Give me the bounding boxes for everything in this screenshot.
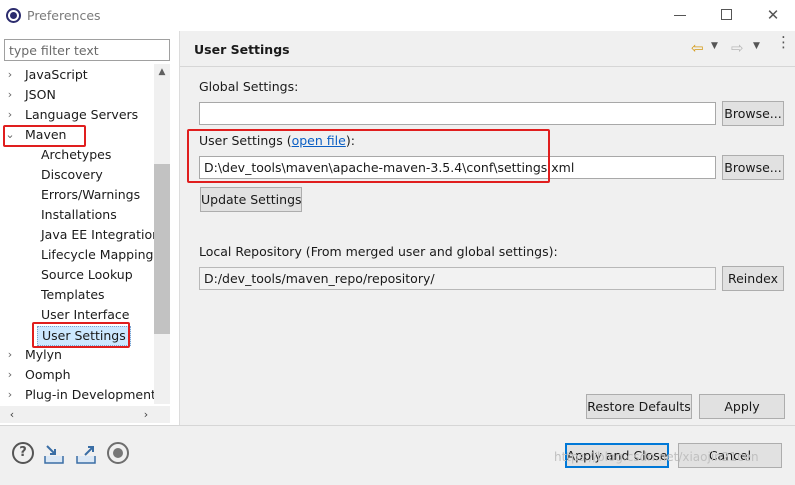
export-icon[interactable] [74, 442, 96, 464]
user-settings-page: Global Settings: Browse... User Settings… [180, 67, 795, 425]
tree-item[interactable]: › Mylyn [0, 345, 154, 365]
page-title: User Settings [194, 42, 290, 57]
local-repository-field: D:/dev_tools/maven_repo/repository/ [199, 267, 716, 290]
tree-item-label: Discovery [41, 167, 103, 182]
export-icon-graphic [76, 446, 96, 464]
tree-vertical-scrollbar[interactable]: ▲ [154, 64, 170, 404]
view-menu-icon[interactable]: ⋮ [776, 35, 791, 50]
chevron-right-icon[interactable]: › [5, 85, 15, 105]
title-bar: Preferences ✕ [0, 0, 795, 31]
eclipse-icon [6, 8, 21, 23]
tree-item[interactable]: ⌄ Maven [0, 125, 154, 145]
tree-item[interactable]: › Oomph [0, 365, 154, 385]
import-icon[interactable] [42, 442, 64, 464]
forward-history-dropdown-icon[interactable]: ▼ [753, 41, 760, 51]
restore-defaults-button[interactable]: Restore Defaults [586, 394, 692, 419]
tree-item[interactable]: Lifecycle Mappings [0, 245, 154, 265]
tree-item[interactable]: Archetypes [0, 145, 154, 165]
tree-item-label: Archetypes [41, 147, 112, 162]
scroll-up-icon[interactable]: ▲ [154, 64, 170, 80]
tree-item[interactable]: Java EE Integration [0, 225, 154, 245]
tree-item-label: Java EE Integration [41, 227, 154, 242]
scroll-thumb[interactable] [154, 164, 170, 334]
tree-item[interactable]: User Settings [0, 325, 154, 346]
window-title: Preferences [27, 8, 101, 23]
global-browse-button[interactable]: Browse... [722, 101, 784, 126]
watermark-text: https://blog.csdn.net/xiaojin21cen [554, 450, 759, 464]
maximize-button[interactable] [711, 4, 741, 26]
tree-item-label: User Interface [41, 307, 130, 322]
back-arrow-icon[interactable]: ⇦ [691, 39, 704, 57]
tree-item-label: Maven [25, 127, 67, 142]
filter-input[interactable] [4, 39, 170, 61]
minimize-icon [674, 15, 686, 16]
tree-horizontal-scrollbar[interactable]: ‹ › [0, 406, 170, 423]
tree-item-label: JavaScript [25, 67, 88, 82]
preferences-navigation: › JavaScript › JSON › Language Servers ⌄ Maven A… [0, 31, 176, 425]
apply-button[interactable]: Apply [699, 394, 785, 419]
close-button[interactable]: ✕ [758, 4, 788, 26]
tree-item[interactable]: Templates [0, 285, 154, 305]
user-settings-label-suffix: ): [345, 133, 355, 148]
user-settings-field[interactable]: D:\dev_tools\maven\apache-maven-3.5.4\co… [199, 156, 716, 179]
preference-tree: › JavaScript › JSON › Language Servers ⌄ Maven A… [0, 65, 154, 437]
tree-item[interactable]: › JSON [0, 85, 154, 105]
chevron-down-icon[interactable]: ⌄ [5, 125, 15, 145]
scroll-right-icon[interactable]: › [138, 406, 154, 423]
tree-item[interactable]: Errors/Warnings [0, 185, 154, 205]
tree-item-label: Oomph [25, 367, 71, 382]
tree-item[interactable]: › Plug-in Development [0, 385, 154, 405]
tree-item[interactable]: › Language Servers [0, 105, 154, 125]
update-settings-button[interactable]: Update Settings [200, 187, 302, 212]
tree-item[interactable]: Source Lookup [0, 265, 154, 285]
user-settings-label-prefix: User Settings ( [199, 133, 292, 148]
import-icon-graphic [44, 445, 64, 464]
tree-item-label: User Settings [37, 326, 131, 346]
global-settings-field[interactable] [199, 102, 716, 125]
reindex-button[interactable]: Reindex [722, 266, 784, 291]
tree-item[interactable]: Discovery [0, 165, 154, 185]
user-settings-label: User Settings (open file): [199, 133, 355, 148]
page-header: User Settings ⇦ ▼ ⇨ ▼ ⋮ [180, 31, 795, 67]
help-icon[interactable]: ? [12, 442, 34, 464]
tree-item-label: Mylyn [25, 347, 62, 362]
back-history-dropdown-icon[interactable]: ▼ [711, 41, 718, 51]
global-settings-label: Global Settings: [199, 79, 299, 94]
chevron-right-icon[interactable]: › [5, 345, 15, 365]
tree-item-label: Installations [41, 207, 117, 222]
minimize-button[interactable] [665, 4, 695, 26]
chevron-right-icon[interactable]: › [5, 105, 15, 125]
tree-item[interactable]: › JavaScript [0, 65, 154, 85]
open-file-link[interactable]: open file [292, 133, 346, 148]
tree-item-label: Plug-in Development [25, 387, 154, 402]
chevron-right-icon[interactable]: › [5, 385, 15, 405]
tree-item-label: JSON [25, 87, 56, 102]
tree-item-label: Errors/Warnings [41, 187, 141, 202]
forward-arrow-icon[interactable]: ⇨ [731, 39, 744, 57]
tree-item-label: Lifecycle Mappings [41, 247, 154, 262]
maximize-icon [720, 9, 732, 20]
tree-item-label: Source Lookup [41, 267, 133, 282]
tree-item-label: Templates [41, 287, 105, 302]
tree-item[interactable]: User Interface [0, 305, 154, 325]
chevron-right-icon[interactable]: › [5, 365, 15, 385]
user-browse-button[interactable]: Browse... [722, 155, 784, 180]
scroll-left-icon[interactable]: ‹ [4, 406, 20, 423]
record-icon[interactable] [107, 442, 129, 464]
local-repository-label: Local Repository (From merged user and g… [199, 244, 558, 259]
tree-item-label: Language Servers [25, 107, 139, 122]
tree-item[interactable]: Installations [0, 205, 154, 225]
chevron-right-icon[interactable]: › [5, 65, 15, 85]
